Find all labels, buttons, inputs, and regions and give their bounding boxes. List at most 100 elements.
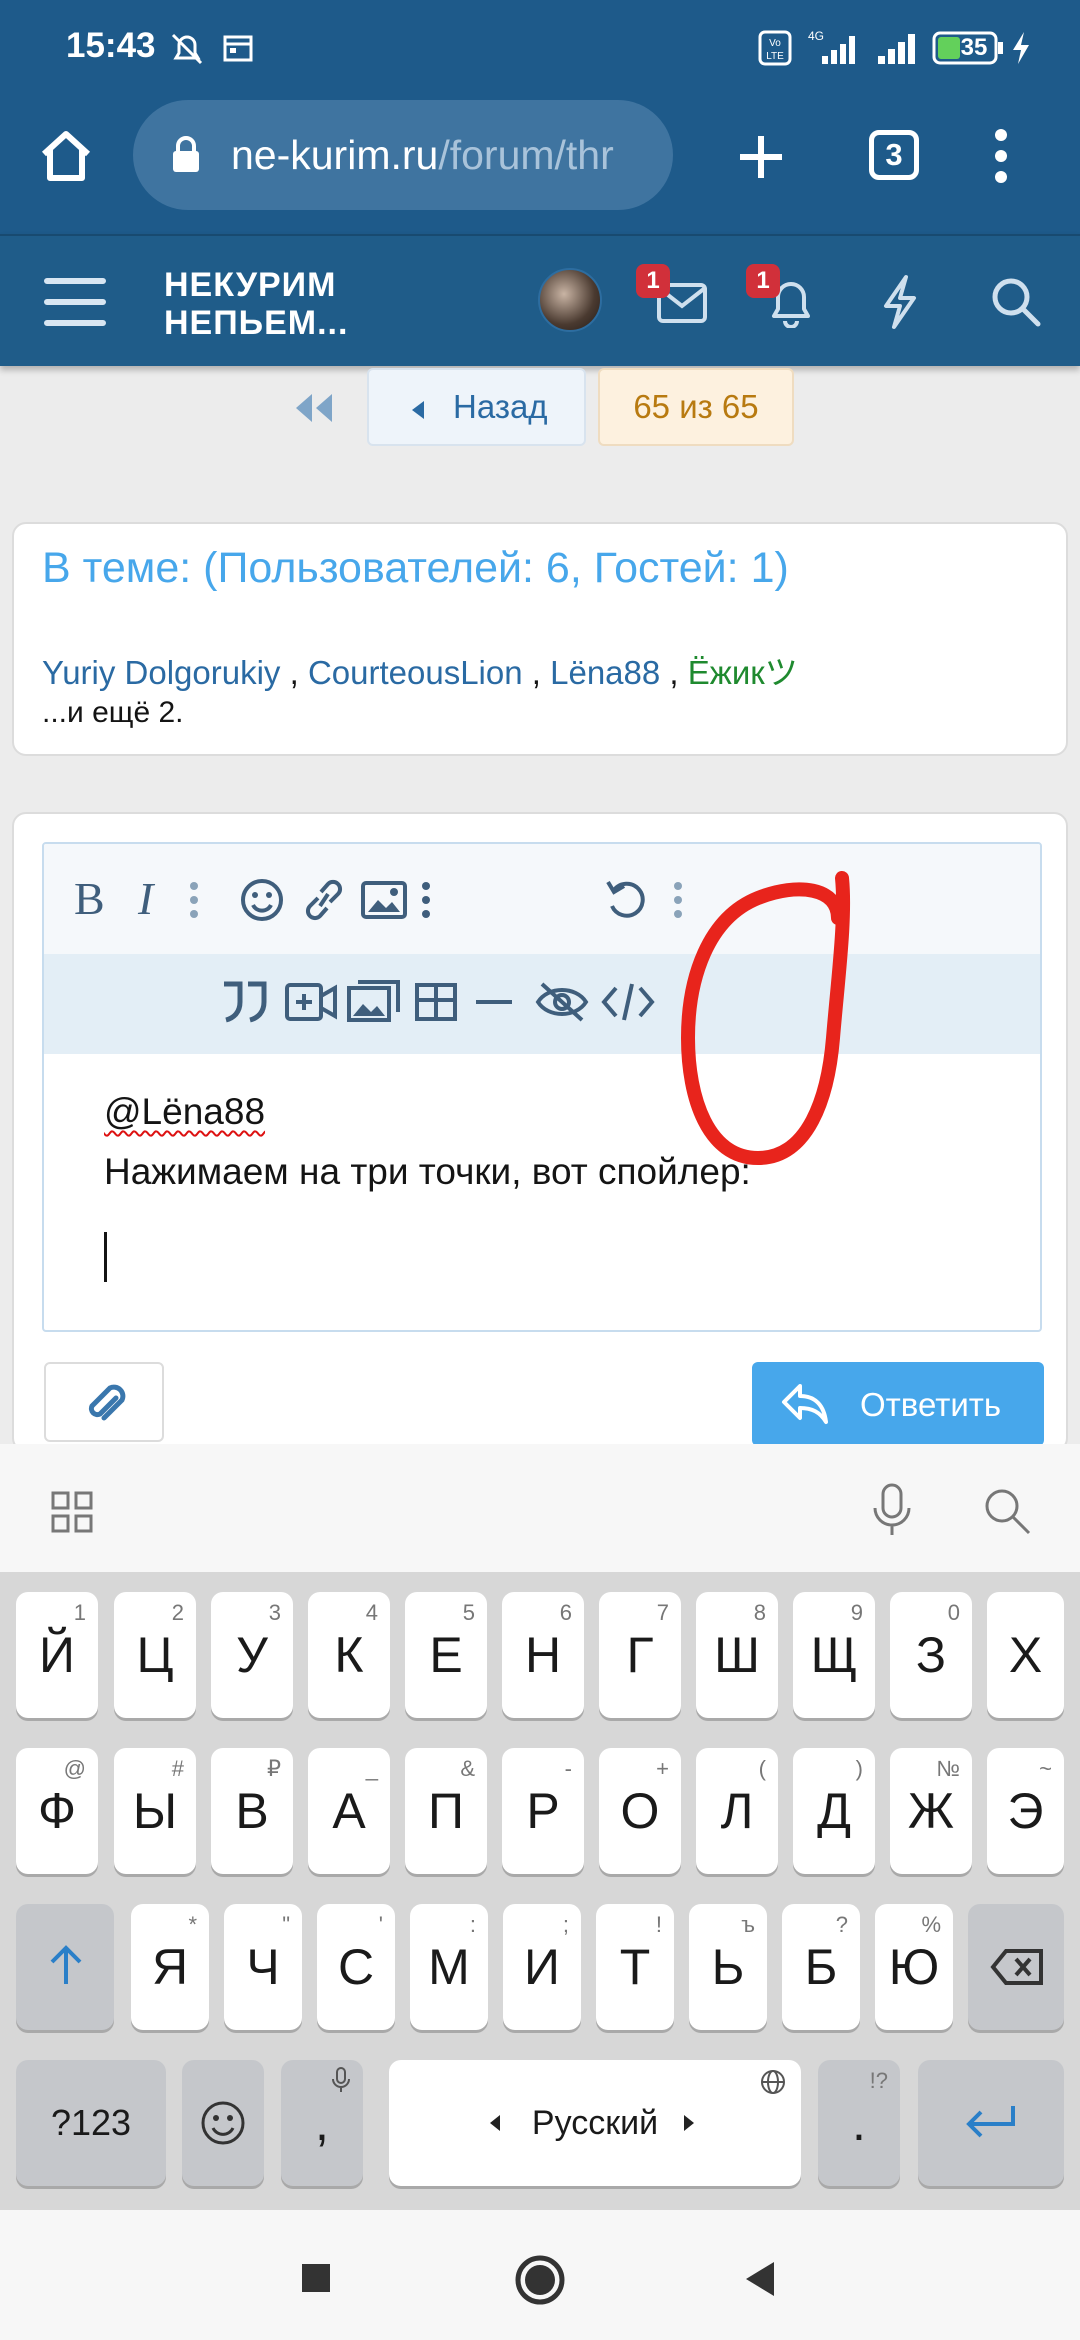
key[interactable]: Х: [987, 1592, 1064, 1718]
key[interactable]: Г7: [599, 1592, 681, 1718]
back-button[interactable]: Назад: [367, 368, 586, 446]
key[interactable]: М:: [410, 1904, 488, 2030]
annotation-circle: [680, 871, 851, 1166]
table-icon[interactable]: [414, 982, 458, 1022]
bold-icon[interactable]: B: [72, 872, 112, 922]
charging-icon: [1013, 32, 1029, 64]
image-icon[interactable]: [360, 880, 408, 920]
viewers-title: В теме: (Пользователей: 6, Гостей: 1): [42, 544, 789, 592]
page-indicator[interactable]: 65 из 65: [598, 368, 794, 446]
viewers-list: Yuriy Dolgorukiy , CourteousLion , Lëna8…: [42, 654, 798, 691]
video-icon[interactable]: [284, 982, 338, 1022]
grid-icon[interactable]: [50, 1490, 94, 1534]
site-header: НЕКУРИМ НЕПЬЕМ... 1 1: [0, 234, 1080, 366]
quote-icon[interactable]: [220, 980, 270, 1024]
address-bar[interactable]: ne-kurim.ru/forum/thr: [133, 100, 673, 210]
key[interactable]: С ': [317, 1904, 395, 2030]
alerts-badge: 1: [746, 264, 780, 298]
search-icon[interactable]: [990, 276, 1042, 328]
space-key[interactable]: Русский: [389, 2060, 801, 2186]
key[interactable]: И;: [503, 1904, 581, 2030]
italic-icon[interactable]: I: [132, 872, 172, 922]
user-link[interactable]: Yuriy Dolgorukiy: [42, 654, 280, 691]
key[interactable]: Й1: [16, 1592, 98, 1718]
key[interactable]: Б?: [782, 1904, 860, 2030]
key[interactable]: А _: [308, 1748, 390, 1874]
plus-icon[interactable]: [736, 132, 786, 182]
backspace-icon: [990, 1949, 1043, 1985]
search-icon[interactable]: [982, 1486, 1032, 1536]
back-nav-icon[interactable]: [744, 2260, 776, 2298]
volte-icon: Vo LTE: [758, 30, 792, 66]
reply-button[interactable]: Ответить: [752, 1362, 1044, 1446]
more-options-icon[interactable]: [188, 880, 200, 920]
editor-toolbar: B I: [44, 844, 1040, 954]
emoji-key[interactable]: [182, 2060, 264, 2186]
reply-editor[interactable]: B I @Lëna88 Нажимаем на три точки, вот с…: [42, 842, 1042, 1332]
symbols-key[interactable]: ?123: [16, 2060, 166, 2186]
keyboard: Й1 Ц2 У3 К4 Е5 Н6 Г7 Ш8 Щ9 З0 Х Ф @ Ы # В ₽…: [0, 1572, 1080, 2210]
key[interactable]: Ч ": [224, 1904, 302, 2030]
user-link[interactable]: Ёжикツ: [688, 654, 798, 691]
key[interactable]: О +: [599, 1748, 681, 1874]
gallery-icon[interactable]: [346, 978, 402, 1024]
key[interactable]: Ю%: [875, 1904, 953, 2030]
editor-toolbar-extra: [44, 954, 1040, 1054]
text-caret: [104, 1232, 107, 1282]
key[interactable]: Л(: [696, 1748, 778, 1874]
user-link[interactable]: CourteousLion: [308, 654, 523, 691]
editor-line: Нажимаем на три точки, вот спойлер:: [104, 1151, 751, 1192]
avatar[interactable]: [538, 268, 602, 332]
keyboard-suggestion-bar: [0, 1444, 1080, 1572]
thread-viewers-block: В теме: (Пользователей: 6, Гостей: 1) Yu…: [12, 522, 1068, 756]
key[interactable]: Э ~: [987, 1748, 1064, 1874]
menu-icon[interactable]: [44, 276, 106, 328]
key[interactable]: Ф @: [16, 1748, 98, 1874]
key[interactable]: Е5: [405, 1592, 487, 1718]
key[interactable]: Ж №: [890, 1748, 972, 1874]
code-icon[interactable]: [600, 980, 656, 1024]
spoiler-icon[interactable]: [534, 980, 590, 1024]
chevron-right-icon: [684, 2115, 694, 2131]
svg-text:I: I: [137, 873, 156, 922]
tab-switcher-button[interactable]: 3: [869, 130, 919, 180]
recents-icon[interactable]: [300, 2262, 332, 2294]
enter-key[interactable]: [918, 2060, 1064, 2186]
key[interactable]: Ш8: [696, 1592, 778, 1718]
first-page-icon[interactable]: [292, 392, 336, 424]
key[interactable]: У3: [211, 1592, 293, 1718]
period-key[interactable]: . !?: [818, 2060, 900, 2186]
key[interactable]: В ₽: [211, 1748, 293, 1874]
key[interactable]: Ц2: [114, 1592, 196, 1718]
key[interactable]: Н6: [502, 1592, 584, 1718]
key[interactable]: Ы #: [114, 1748, 196, 1874]
user-link[interactable]: Lëna88: [550, 654, 660, 691]
smile-icon[interactable]: [240, 878, 284, 922]
key[interactable]: П &: [405, 1748, 487, 1874]
comma-key[interactable]: ,: [281, 2060, 363, 2186]
svg-text:4G: 4G: [808, 29, 824, 43]
key[interactable]: Щ9: [793, 1592, 875, 1718]
key[interactable]: К4: [308, 1592, 390, 1718]
attach-button[interactable]: [44, 1362, 164, 1442]
key[interactable]: Т!: [596, 1904, 674, 2030]
key[interactable]: Д): [793, 1748, 875, 1874]
mute-icon: [171, 33, 203, 65]
hr-icon[interactable]: [474, 998, 514, 1006]
editor-content: @Lëna88 Нажимаем на три точки, вот спойл…: [104, 1082, 751, 1202]
bolt-icon[interactable]: [880, 274, 920, 330]
key[interactable]: Я *: [131, 1904, 209, 2030]
mic-icon[interactable]: [870, 1482, 914, 1538]
more-options-icon[interactable]: [420, 880, 432, 920]
backspace-key[interactable]: [968, 1904, 1064, 2030]
shift-key[interactable]: [16, 1904, 114, 2030]
link-icon[interactable]: [300, 878, 348, 922]
more-icon[interactable]: [992, 128, 1010, 184]
key[interactable]: Ьъ: [689, 1904, 767, 2030]
undo-icon[interactable]: [604, 878, 650, 924]
site-logo[interactable]: НЕКУРИМ НЕПЬЕМ...: [164, 266, 348, 342]
home-nav-icon[interactable]: [514, 2254, 566, 2306]
home-icon[interactable]: [36, 126, 96, 186]
key[interactable]: З0: [890, 1592, 972, 1718]
key[interactable]: Р-: [502, 1748, 584, 1874]
